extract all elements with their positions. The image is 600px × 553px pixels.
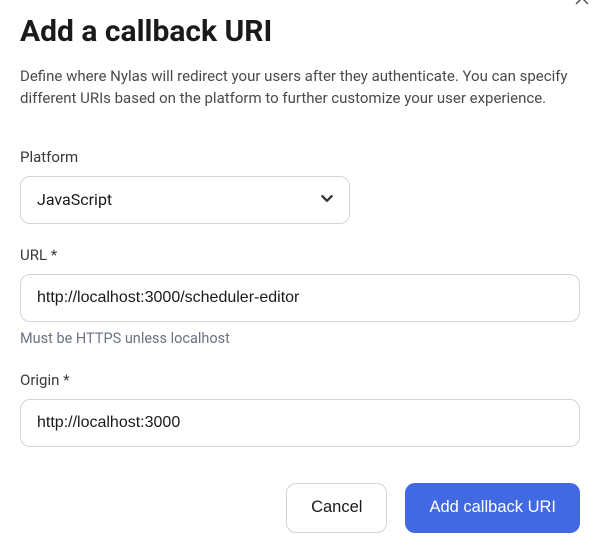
url-field: URL * xyxy=(20,246,580,322)
origin-label: Origin * xyxy=(20,371,580,389)
dialog-title: Add a callback URI xyxy=(20,14,580,49)
origin-input[interactable] xyxy=(20,399,580,447)
dialog-description: Define where Nylas will redirect your us… xyxy=(20,66,580,110)
close-icon xyxy=(574,0,590,6)
url-label: URL * xyxy=(20,246,580,264)
cancel-button[interactable]: Cancel xyxy=(286,483,387,533)
url-input[interactable] xyxy=(20,274,580,322)
platform-select-wrapper: JavaScript xyxy=(20,176,350,224)
url-help-text: Must be HTTPS unless localhost xyxy=(20,330,580,347)
origin-field: Origin * xyxy=(20,371,580,447)
submit-button[interactable]: Add callback URI xyxy=(405,483,580,533)
platform-label: Platform xyxy=(20,148,580,166)
dialog-actions: Cancel Add callback URI xyxy=(20,483,580,533)
platform-select[interactable]: JavaScript xyxy=(20,176,350,224)
add-callback-dialog: Add a callback URI Define where Nylas wi… xyxy=(0,0,600,553)
close-button[interactable] xyxy=(574,0,590,10)
url-block: URL * Must be HTTPS unless localhost xyxy=(20,246,580,347)
platform-field: Platform JavaScript xyxy=(20,148,580,224)
